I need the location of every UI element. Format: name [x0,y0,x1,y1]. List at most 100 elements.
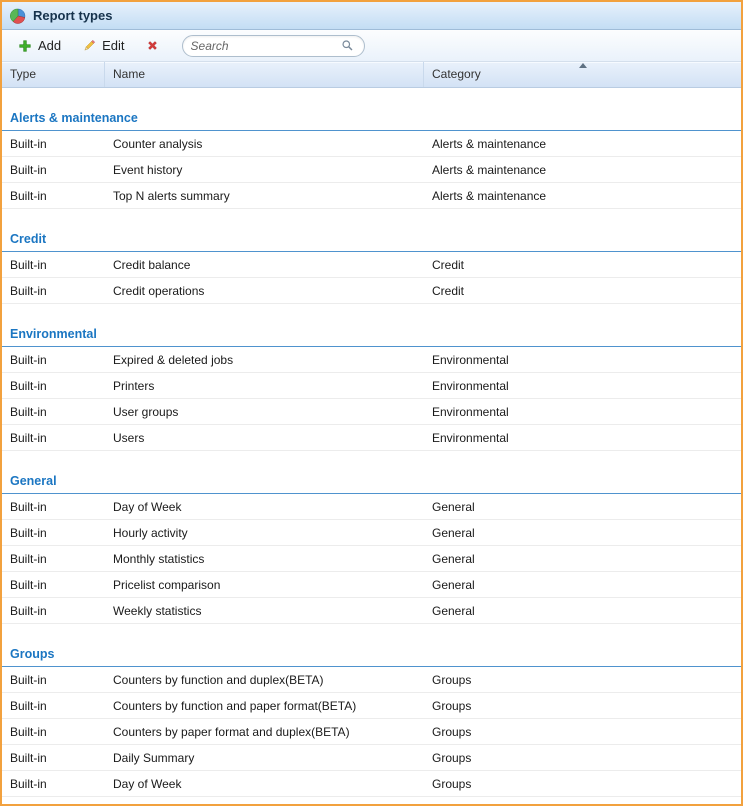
cell-category: Alerts & maintenance [424,163,741,177]
cell-type: Built-in [2,725,105,739]
group-label: Credit [10,232,46,246]
cell-category: Groups [424,777,741,791]
cell-category: Alerts & maintenance [424,189,741,203]
group-label: Groups [10,647,54,661]
table-row[interactable]: Built-inCounters by paper format and dup… [2,719,741,745]
cell-name: Hourly activity [105,526,424,540]
delete-button[interactable] [136,34,170,58]
add-button[interactable]: Add [8,34,70,58]
sort-ascending-icon [579,63,587,68]
cell-category: Groups [424,699,741,713]
cell-type: Built-in [2,604,105,618]
cell-name: Event history [105,163,424,177]
search-input[interactable] [191,39,340,53]
group-label: General [10,474,57,488]
add-label: Add [38,38,61,53]
edit-label: Edit [102,38,124,53]
table-row[interactable]: Built-inPrintersEnvironmental [2,373,741,399]
cell-name: Day of Week [105,500,424,514]
column-header-category[interactable]: Category [424,62,741,87]
group-header[interactable]: Alerts & maintenance [2,108,741,131]
cell-type: Built-in [2,777,105,791]
report-types-window: Report types Add Edit [0,0,743,806]
cell-name: Users [105,431,424,445]
cell-category: Credit [424,284,741,298]
cell-name: Counters by function and duplex(BETA) [105,673,424,687]
cell-name: Printers [105,379,424,393]
cell-category: General [424,500,741,514]
table-row[interactable]: Built-inExpired & deleted jobsEnvironmen… [2,347,741,373]
cell-type: Built-in [2,379,105,393]
table-row[interactable]: Built-inDaily SummaryGroups [2,745,741,771]
cell-category: Environmental [424,431,741,445]
cell-category: General [424,604,741,618]
cell-type: Built-in [2,552,105,566]
group-label: Alerts & maintenance [10,111,138,125]
cell-category: General [424,552,741,566]
cell-type: Built-in [2,526,105,540]
group-header[interactable]: Environmental [2,324,741,347]
cell-type: Built-in [2,258,105,272]
table-row[interactable]: Built-inWeekly statisticsGeneral [2,598,741,624]
cell-name: Credit balance [105,258,424,272]
cell-category: Environmental [424,379,741,393]
cell-type: Built-in [2,163,105,177]
cell-name: Weekly statistics [105,604,424,618]
table-row[interactable]: Built-inUsersEnvironmental [2,425,741,451]
table-row[interactable]: Built-inEvent historyAlerts & maintenanc… [2,157,741,183]
cell-type: Built-in [2,189,105,203]
cell-name: Counter analysis [105,137,424,151]
cell-category: General [424,578,741,592]
cell-category: Groups [424,673,741,687]
cell-type: Built-in [2,431,105,445]
group-header[interactable]: Groups [2,644,741,667]
table-row[interactable]: Built-inCredit balanceCredit [2,252,741,278]
search-icon[interactable] [340,38,356,54]
cell-type: Built-in [2,353,105,367]
window-title: Report types [33,8,112,23]
cell-name: Counters by paper format and duplex(BETA… [105,725,424,739]
edit-pencil-icon [81,38,97,54]
group-header[interactable]: Credit [2,229,741,252]
table-row[interactable]: Built-inCounter analysisAlerts & mainten… [2,131,741,157]
column-header-row: Type Name Category [2,62,741,88]
cell-type: Built-in [2,137,105,151]
report-types-table-body: Alerts & maintenanceBuilt-inCounter anal… [2,88,741,804]
table-row[interactable]: Built-inHourly activityGeneral [2,520,741,546]
cell-category: Environmental [424,405,741,419]
toolbar: Add Edit [2,30,741,62]
cell-name: User groups [105,405,424,419]
cell-type: Built-in [2,405,105,419]
cell-category: Alerts & maintenance [424,137,741,151]
cell-type: Built-in [2,673,105,687]
table-row[interactable]: Built-inMonthly statisticsGeneral [2,546,741,572]
column-header-name[interactable]: Name [105,62,424,87]
table-row[interactable]: Built-inDay of WeekGroups [2,771,741,797]
cell-name: Expired & deleted jobs [105,353,424,367]
cell-type: Built-in [2,578,105,592]
table-row[interactable]: Built-inCredit operationsCredit [2,278,741,304]
cell-category: Credit [424,258,741,272]
pie-chart-icon [10,8,26,24]
cell-category: Groups [424,725,741,739]
search-box[interactable] [182,35,365,57]
table-row[interactable]: Built-inTop N alerts summaryAlerts & mai… [2,183,741,209]
cell-name: Daily Summary [105,751,424,765]
table-row[interactable]: Built-inPricelist comparisonGeneral [2,572,741,598]
edit-button[interactable]: Edit [72,34,133,58]
cell-type: Built-in [2,751,105,765]
cell-name: Pricelist comparison [105,578,424,592]
table-row[interactable]: Built-inCounters by function and paper f… [2,693,741,719]
table-row[interactable]: Built-inDay of WeekGeneral [2,494,741,520]
group-header[interactable]: General [2,471,741,494]
cell-name: Day of Week [105,777,424,791]
cell-name: Monthly statistics [105,552,424,566]
cell-name: Counters by function and paper format(BE… [105,699,424,713]
table-row[interactable]: Built-inCounters by function and duplex(… [2,667,741,693]
add-plus-icon [17,38,33,54]
table-row[interactable]: Built-inUser groupsEnvironmental [2,399,741,425]
column-header-type[interactable]: Type [2,62,105,87]
group-label: Environmental [10,327,97,341]
cell-category: General [424,526,741,540]
titlebar: Report types [2,2,741,30]
